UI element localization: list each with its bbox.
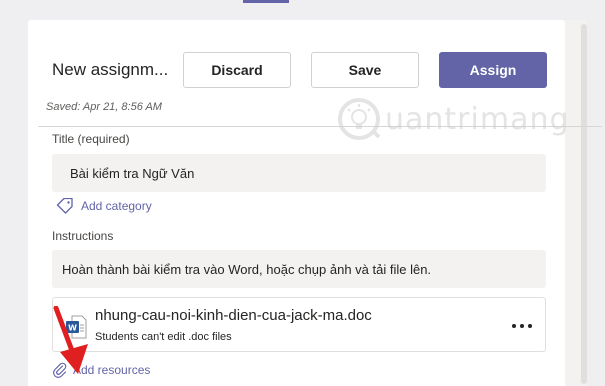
red-arrow-annotation [53,306,88,374]
discard-button[interactable]: Discard [183,52,291,88]
tag-icon [56,198,73,214]
saved-status: Saved: Apr 21, 8:56 AM [46,101,162,113]
add-category-link[interactable]: Add category [56,198,152,214]
instructions-input[interactable]: Hoàn thành bài kiểm tra vào Word, hoặc c… [52,250,546,288]
instructions-label: Instructions [52,229,114,243]
attachment-note: Students can't edit .doc files [95,331,232,343]
save-button[interactable]: Save [311,52,419,88]
watermark-logo-icon [338,98,381,140]
watermark: uantrimang [337,97,570,141]
active-tab-indicator [243,0,289,3]
watermark-text: uantrimang [385,101,570,137]
scrollbar-thumb[interactable] [581,24,587,384]
more-options-button[interactable] [509,316,535,336]
more-dot-icon [528,324,532,328]
title-input[interactable]: Bài kiểm tra Ngữ Văn [52,154,546,192]
more-dot-icon [520,324,524,328]
assignment-title-header: New assignm... [52,60,169,79]
add-category-label: Add category [81,199,152,213]
title-label: Title (required) [52,132,130,146]
attachment-file-name[interactable]: nhung-cau-noi-kinh-dien-cua-jack-ma.doc [95,307,372,324]
assign-button[interactable]: Assign [439,52,547,88]
more-dot-icon [512,324,516,328]
attachment-card[interactable]: W nhung-cau-noi-kinh-dien-cua-jack-ma.do… [52,297,546,352]
